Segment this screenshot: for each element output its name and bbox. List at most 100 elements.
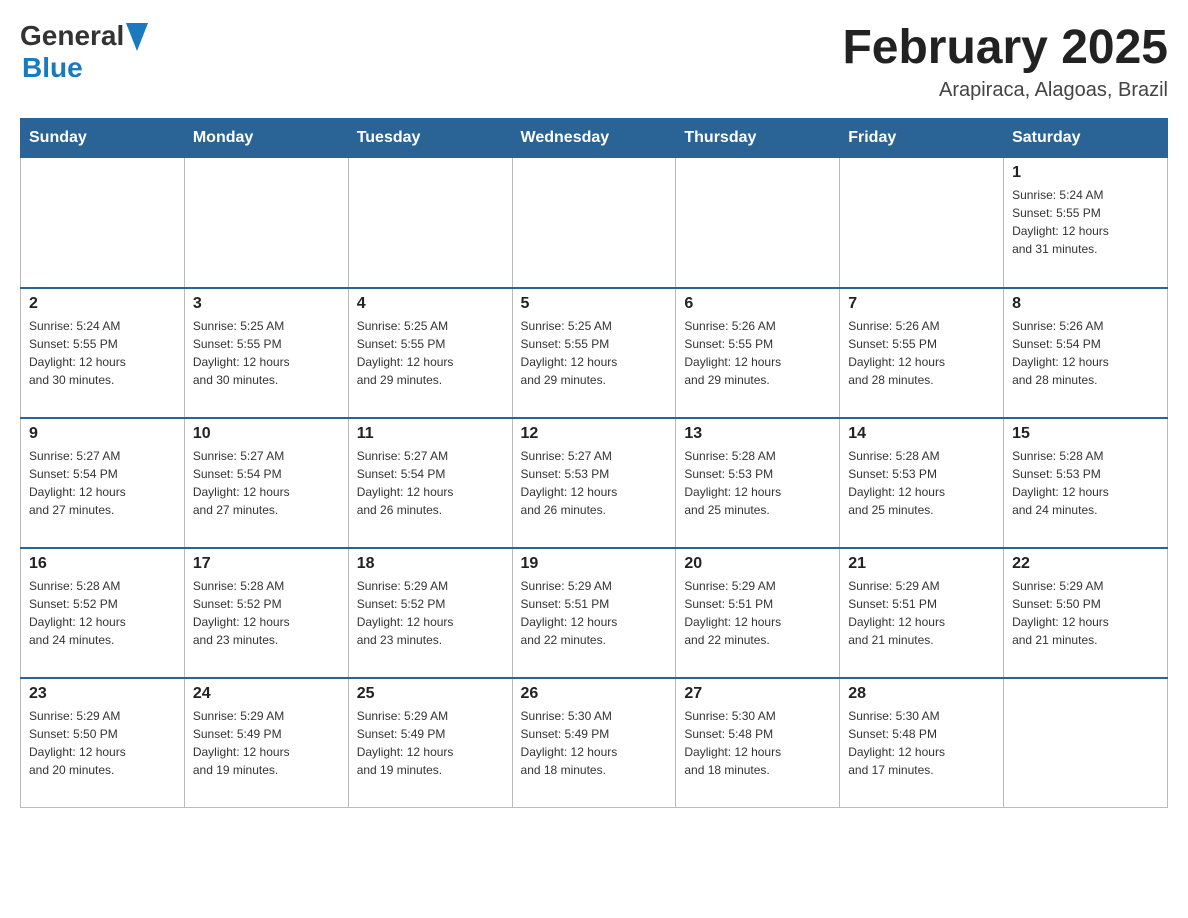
day-info: Sunrise: 5:30 AMSunset: 5:48 PMDaylight:… — [684, 707, 831, 779]
day-info: Sunrise: 5:24 AMSunset: 5:55 PMDaylight:… — [1012, 186, 1159, 258]
calendar-cell: 7Sunrise: 5:26 AMSunset: 5:55 PMDaylight… — [840, 288, 1004, 418]
day-number: 25 — [357, 685, 504, 703]
day-info: Sunrise: 5:29 AMSunset: 5:51 PMDaylight:… — [521, 577, 668, 649]
day-info: Sunrise: 5:25 AMSunset: 5:55 PMDaylight:… — [193, 317, 340, 389]
logo: General Blue — [20, 20, 148, 84]
day-number: 18 — [357, 555, 504, 573]
calendar-week-row: 9 Sunrise: 5:27 AMSunset: 5:54 PMDaylight… — [21, 418, 1168, 548]
calendar-cell — [348, 158, 512, 288]
calendar-cell: 12 Sunrise: 5:27 AMSunset: 5:53 PMDayligh… — [512, 418, 676, 548]
day-info: Sunrise: 5:30 AMSunset: 5:48 PMDaylight:… — [848, 707, 995, 779]
calendar-cell: 11 Sunrise: 5:27 AMSunset: 5:54 PMDayligh… — [348, 418, 512, 548]
day-info: Sunrise: 5:29 AMSunset: 5:50 PMDaylight:… — [1012, 577, 1159, 649]
title-section: February 2025 Arapiraca, Alagoas, Brazil — [842, 20, 1168, 102]
logo-blue: Blue — [22, 52, 148, 84]
day-number: 7 — [848, 295, 995, 313]
day-number: 28 — [848, 685, 995, 703]
day-number: 26 — [521, 685, 668, 703]
weekday-header-wednesday: Wednesday — [512, 119, 676, 158]
calendar-cell: 21 Sunrise: 5:29 AMSunset: 5:51 PMDayligh… — [840, 548, 1004, 678]
day-info: Sunrise: 5:29 AMSunset: 5:50 PMDaylight:… — [29, 707, 176, 779]
day-number: 21 — [848, 555, 995, 573]
calendar-cell — [184, 158, 348, 288]
day-info: Sunrise: 5:28 AMSunset: 5:52 PMDaylight:… — [193, 577, 340, 649]
day-number: 2 — [29, 295, 176, 313]
calendar-cell: 26Sunrise: 5:30 AMSunset: 5:49 PMDayligh… — [512, 678, 676, 808]
day-number: 27 — [684, 685, 831, 703]
day-info: Sunrise: 5:24 AMSunset: 5:55 PMDaylight:… — [29, 317, 176, 389]
calendar-cell: 8 Sunrise: 5:26 AMSunset: 5:54 PMDaylight… — [1004, 288, 1168, 418]
weekday-header-sunday: Sunday — [21, 119, 185, 158]
day-number: 4 — [357, 295, 504, 313]
calendar-cell — [676, 158, 840, 288]
calendar-cell: 5 Sunrise: 5:25 AMSunset: 5:55 PMDaylight… — [512, 288, 676, 418]
calendar-cell: 27 Sunrise: 5:30 AMSunset: 5:48 PMDayligh… — [676, 678, 840, 808]
day-info: Sunrise: 5:25 AMSunset: 5:55 PMDaylight:… — [357, 317, 504, 389]
day-info: Sunrise: 5:27 AMSunset: 5:54 PMDaylight:… — [193, 447, 340, 519]
calendar-week-row: 16 Sunrise: 5:28 AMSunset: 5:52 PMDayligh… — [21, 548, 1168, 678]
day-number: 22 — [1012, 555, 1159, 573]
calendar-cell: 22 Sunrise: 5:29 AMSunset: 5:50 PMDayligh… — [1004, 548, 1168, 678]
day-number: 5 — [521, 295, 668, 313]
day-number: 9 — [29, 425, 176, 443]
day-number: 20 — [684, 555, 831, 573]
day-number: 19 — [521, 555, 668, 573]
calendar-cell — [21, 158, 185, 288]
day-info: Sunrise: 5:26 AMSunset: 5:55 PMDaylight:… — [684, 317, 831, 389]
day-info: Sunrise: 5:29 AMSunset: 5:49 PMDaylight:… — [357, 707, 504, 779]
calendar-cell: 4 Sunrise: 5:25 AMSunset: 5:55 PMDaylight… — [348, 288, 512, 418]
weekday-header-monday: Monday — [184, 119, 348, 158]
day-number: 1 — [1012, 164, 1159, 182]
calendar-cell — [512, 158, 676, 288]
logo-icon — [126, 23, 148, 51]
calendar-table: SundayMondayTuesdayWednesdayThursdayFrid… — [20, 118, 1168, 808]
calendar-week-row: 1 Sunrise: 5:24 AMSunset: 5:55 PMDaylight… — [21, 158, 1168, 288]
page-title: February 2025 — [842, 20, 1168, 75]
weekday-header-saturday: Saturday — [1004, 119, 1168, 158]
calendar-header-row: SundayMondayTuesdayWednesdayThursdayFrid… — [21, 119, 1168, 158]
weekday-header-thursday: Thursday — [676, 119, 840, 158]
calendar-cell: 13 Sunrise: 5:28 AMSunset: 5:53 PMDayligh… — [676, 418, 840, 548]
calendar-cell: 2 Sunrise: 5:24 AMSunset: 5:55 PMDaylight… — [21, 288, 185, 418]
calendar-cell: 10 Sunrise: 5:27 AMSunset: 5:54 PMDayligh… — [184, 418, 348, 548]
calendar-cell: 20 Sunrise: 5:29 AMSunset: 5:51 PMDayligh… — [676, 548, 840, 678]
day-number: 13 — [684, 425, 831, 443]
logo-general: General — [20, 20, 124, 52]
day-number: 24 — [193, 685, 340, 703]
day-number: 15 — [1012, 425, 1159, 443]
day-number: 23 — [29, 685, 176, 703]
calendar-cell: 1 Sunrise: 5:24 AMSunset: 5:55 PMDaylight… — [1004, 158, 1168, 288]
day-info: Sunrise: 5:29 AMSunset: 5:52 PMDaylight:… — [357, 577, 504, 649]
calendar-cell: 18 Sunrise: 5:29 AMSunset: 5:52 PMDayligh… — [348, 548, 512, 678]
calendar-cell: 16 Sunrise: 5:28 AMSunset: 5:52 PMDayligh… — [21, 548, 185, 678]
day-info: Sunrise: 5:27 AMSunset: 5:54 PMDaylight:… — [29, 447, 176, 519]
page-subtitle: Arapiraca, Alagoas, Brazil — [842, 79, 1168, 102]
day-number: 11 — [357, 425, 504, 443]
calendar-cell: 15Sunrise: 5:28 AMSunset: 5:53 PMDayligh… — [1004, 418, 1168, 548]
calendar-cell: 14Sunrise: 5:28 AMSunset: 5:53 PMDayligh… — [840, 418, 1004, 548]
calendar-cell: 3Sunrise: 5:25 AMSunset: 5:55 PMDaylight… — [184, 288, 348, 418]
day-info: Sunrise: 5:29 AMSunset: 5:51 PMDaylight:… — [848, 577, 995, 649]
day-info: Sunrise: 5:28 AMSunset: 5:53 PMDaylight:… — [684, 447, 831, 519]
day-number: 17 — [193, 555, 340, 573]
calendar-cell — [1004, 678, 1168, 808]
calendar-cell: 6Sunrise: 5:26 AMSunset: 5:55 PMDaylight… — [676, 288, 840, 418]
calendar-cell: 9 Sunrise: 5:27 AMSunset: 5:54 PMDaylight… — [21, 418, 185, 548]
day-info: Sunrise: 5:28 AMSunset: 5:53 PMDaylight:… — [848, 447, 995, 519]
calendar-cell: 24 Sunrise: 5:29 AMSunset: 5:49 PMDayligh… — [184, 678, 348, 808]
day-info: Sunrise: 5:25 AMSunset: 5:55 PMDaylight:… — [521, 317, 668, 389]
calendar-cell: 25 Sunrise: 5:29 AMSunset: 5:49 PMDayligh… — [348, 678, 512, 808]
day-info: Sunrise: 5:28 AMSunset: 5:52 PMDaylight:… — [29, 577, 176, 649]
day-number: 16 — [29, 555, 176, 573]
day-number: 12 — [521, 425, 668, 443]
day-number: 8 — [1012, 295, 1159, 313]
calendar-cell: 28 Sunrise: 5:30 AMSunset: 5:48 PMDayligh… — [840, 678, 1004, 808]
day-info: Sunrise: 5:29 AMSunset: 5:51 PMDaylight:… — [684, 577, 831, 649]
day-info: Sunrise: 5:29 AMSunset: 5:49 PMDaylight:… — [193, 707, 340, 779]
day-info: Sunrise: 5:26 AMSunset: 5:54 PMDaylight:… — [1012, 317, 1159, 389]
day-info: Sunrise: 5:27 AMSunset: 5:54 PMDaylight:… — [357, 447, 504, 519]
day-number: 10 — [193, 425, 340, 443]
calendar-week-row: 2 Sunrise: 5:24 AMSunset: 5:55 PMDaylight… — [21, 288, 1168, 418]
calendar-cell: 23 Sunrise: 5:29 AMSunset: 5:50 PMDayligh… — [21, 678, 185, 808]
day-info: Sunrise: 5:27 AMSunset: 5:53 PMDaylight:… — [521, 447, 668, 519]
